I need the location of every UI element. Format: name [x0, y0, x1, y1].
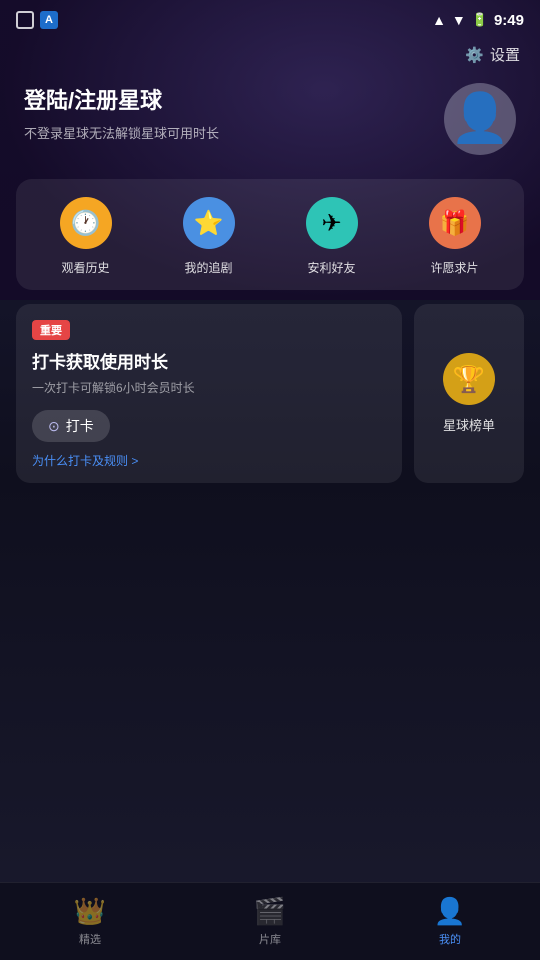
nav-library[interactable]: 🎬 片库 [180, 896, 360, 947]
status-left: A [16, 11, 58, 29]
checkin-btn-icon: ⊙ [48, 418, 60, 435]
nav-mine[interactable]: 👤 我的 [360, 896, 540, 947]
status-right: ▲ ▼ 🔋 9:49 [432, 12, 524, 29]
profile-subtitle: 不登录星球无法解锁星球可用时长 [24, 123, 219, 142]
quick-actions: 🕐 观看历史 ⭐ 我的追剧 ✈ 安利好友 🎁 许愿求片 [16, 179, 524, 290]
checkin-button[interactable]: ⊙ 打卡 [32, 410, 110, 442]
leaderboard-label: 星球榜单 [443, 415, 495, 434]
status-square-icon [16, 11, 34, 29]
nav-mine-label: 我的 [439, 931, 461, 947]
avatar-icon: 👤 [450, 95, 510, 143]
checkin-card: 重要 打卡获取使用时长 一次打卡可解锁6小时会员时长 ⊙ 打卡 为什么打卡及规则… [16, 304, 402, 483]
battery-icon: 🔋 [472, 12, 488, 28]
wishlist-label: 许愿求片 [430, 259, 478, 276]
checkin-title: 打卡获取使用时长 [32, 348, 386, 373]
recommend-icon: ✈ [306, 197, 358, 249]
history-icon: 🕐 [60, 197, 112, 249]
action-wishlist[interactable]: 🎁 许愿求片 [429, 197, 481, 276]
following-icon: ⭐ [183, 197, 235, 249]
checkin-btn-text: 打卡 [66, 416, 94, 436]
checkin-badge: 重要 [32, 320, 70, 340]
nav-library-label: 片库 [259, 931, 281, 947]
leaderboard-card[interactable]: 🏆 星球榜单 [414, 304, 524, 483]
following-label: 我的追剧 [184, 259, 232, 276]
trophy-icon: 🏆 [443, 353, 495, 405]
settings-bar: ⚙️ 设置 [0, 36, 540, 73]
settings-button[interactable]: ⚙️ 设置 [465, 44, 520, 65]
checkin-link[interactable]: 为什么打卡及规则 > [32, 452, 386, 469]
checkin-subtitle: 一次打卡可解锁6小时会员时长 [32, 379, 386, 396]
person-icon: 👤 [434, 896, 466, 927]
status-bar: A ▲ ▼ 🔋 9:49 [0, 0, 540, 36]
nav-featured[interactable]: 👑 精选 [0, 896, 180, 947]
wishlist-icon: 🎁 [429, 197, 481, 249]
signal-icon: ▼ [452, 12, 466, 28]
avatar[interactable]: 👤 [444, 83, 516, 155]
nav-featured-label: 精选 [79, 931, 101, 947]
recommend-label: 安利好友 [307, 259, 355, 276]
profile-title[interactable]: 登陆/注册星球 [24, 83, 219, 115]
profile-text: 登陆/注册星球 不登录星球无法解锁星球可用时长 [24, 83, 219, 142]
bottom-nav: 👑 精选 🎬 片库 👤 我的 [0, 882, 540, 960]
profile-section: 登陆/注册星球 不登录星球无法解锁星球可用时长 👤 [0, 73, 540, 175]
status-a-icon: A [40, 11, 58, 29]
settings-label: 设置 [490, 44, 520, 65]
checkin-badge-text: 重要 [40, 322, 62, 338]
wifi-icon: ▲ [432, 12, 446, 28]
film-icon: 🎬 [254, 896, 286, 927]
cards-row: 重要 打卡获取使用时长 一次打卡可解锁6小时会员时长 ⊙ 打卡 为什么打卡及规则… [16, 304, 524, 483]
history-label: 观看历史 [61, 259, 109, 276]
action-recommend[interactable]: ✈ 安利好友 [306, 197, 358, 276]
crown-icon: 👑 [74, 896, 106, 927]
action-history[interactable]: 🕐 观看历史 [60, 197, 112, 276]
status-time: 9:49 [494, 12, 524, 29]
gear-icon: ⚙️ [465, 46, 484, 64]
action-following[interactable]: ⭐ 我的追剧 [183, 197, 235, 276]
